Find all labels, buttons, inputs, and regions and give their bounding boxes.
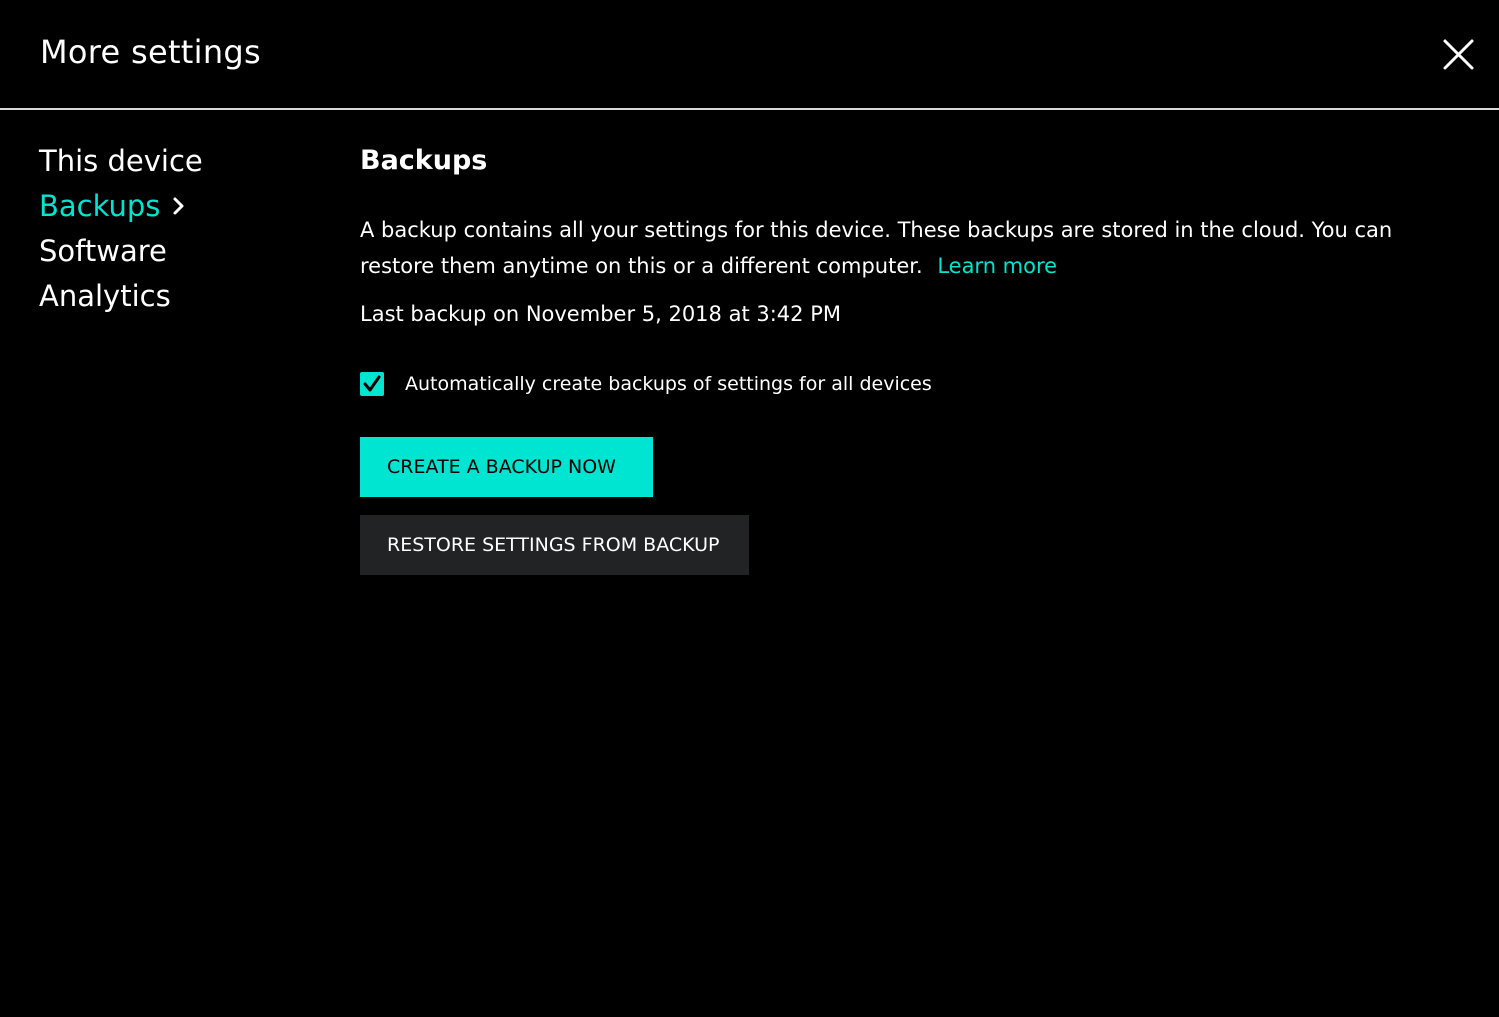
sidebar-item-software[interactable]: Software (39, 228, 339, 273)
sidebar-item-label: This device (39, 143, 203, 178)
auto-backup-option: Automatically create backups of settings… (360, 372, 932, 396)
restore-backup-button[interactable]: RESTORE SETTINGS FROM BACKUP (360, 515, 749, 575)
sidebar-nav: This device Backups Software Analytics (39, 138, 339, 318)
backup-description: A backup contains all your settings for … (360, 212, 1470, 284)
chevron-right-icon (173, 197, 184, 214)
learn-more-link[interactable]: Learn more (937, 254, 1057, 278)
auto-backup-checkbox[interactable] (360, 372, 384, 396)
sidebar-item-label: Software (39, 233, 167, 268)
backups-panel: Backups A backup contains all your setti… (360, 138, 1470, 575)
auto-backup-label[interactable]: Automatically create backups of settings… (405, 373, 932, 395)
sidebar-item-label: Analytics (39, 278, 171, 313)
create-backup-button[interactable]: CREATE A BACKUP NOW (360, 437, 653, 497)
description-text: A backup contains all your settings for … (360, 218, 1393, 278)
checkmark-icon (363, 375, 381, 392)
page-title: More settings (40, 33, 262, 71)
close-button[interactable] (1440, 37, 1476, 73)
last-backup-text: Last backup on November 5, 2018 at 3:42 … (360, 302, 841, 326)
sidebar-item-this-device[interactable]: This device (39, 138, 339, 183)
sidebar-item-label: Backups (39, 188, 161, 223)
sidebar-item-analytics[interactable]: Analytics (39, 273, 339, 318)
section-title: Backups (360, 145, 488, 176)
close-icon[interactable] (1440, 37, 1476, 73)
header-bar: More settings (0, 0, 1499, 110)
sidebar-item-backups[interactable]: Backups (39, 183, 339, 228)
